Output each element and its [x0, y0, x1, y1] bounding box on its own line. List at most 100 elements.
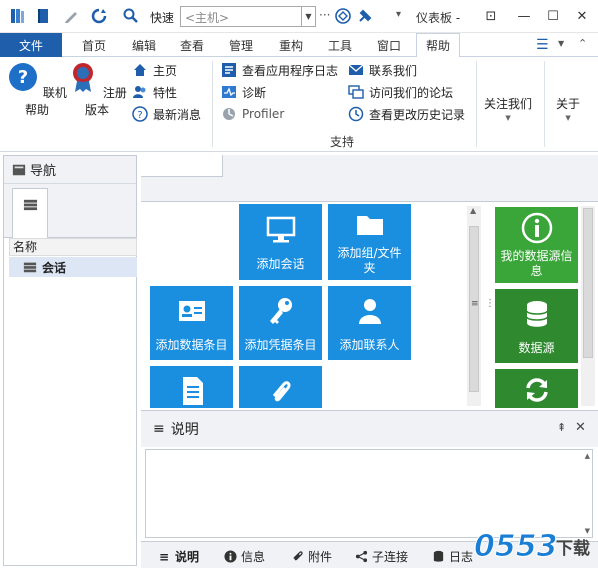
- online-help-button[interactable]: ? 联机帮助: [7, 61, 67, 121]
- list-icon: ≡: [153, 421, 165, 437]
- tab-tools[interactable]: 工具: [318, 33, 362, 57]
- latest-news-label: 最新消息: [153, 107, 202, 122]
- ribbon-award-icon: [73, 63, 94, 92]
- dashboard-scrollbar[interactable]: [581, 206, 595, 406]
- question-icon: ?: [9, 63, 38, 91]
- add-document-tile[interactable]: [150, 366, 233, 408]
- tab-description[interactable]: ≡ 说明: [157, 548, 199, 565]
- tab-view[interactable]: 查看: [170, 33, 214, 57]
- tab-description-label: 说明: [175, 550, 200, 564]
- ribbon-tab-bar: 文件 首页 编辑 查看 管理 重构 工具 窗口 帮助 ☰ ▼ ⌃: [0, 33, 598, 58]
- host-dropdown-button[interactable]: ▼: [302, 6, 316, 27]
- dashboard-tab-strip: [141, 155, 598, 202]
- add-contact-tile[interactable]: 添加联系人: [328, 286, 411, 360]
- quick-search-label: 快速: [150, 11, 175, 25]
- add-session-tile[interactable]: 添加会话: [239, 204, 322, 280]
- add-data-entry-label: 添加数据条目: [155, 337, 228, 352]
- ribbon-body: ? 联机帮助 注册版本 主页 特性 ? 最新消息 查看应用程序日志 诊断 Pro…: [0, 57, 598, 152]
- changelog-link[interactable]: 查看更改历史记录: [348, 104, 465, 124]
- app-icon: [8, 7, 26, 25]
- host-input[interactable]: <主机>: [180, 6, 302, 27]
- more-button[interactable]: ···: [319, 8, 330, 22]
- tab-help[interactable]: 帮助: [416, 33, 460, 58]
- tab-manage[interactable]: 管理: [219, 33, 263, 57]
- session-label: 会话: [42, 260, 67, 275]
- tab-refactor[interactable]: 重构: [269, 33, 313, 57]
- add-group-tile[interactable]: 添加组/文件夹: [328, 204, 411, 280]
- support-group-label: 支持: [330, 135, 355, 149]
- profiler-label: Profiler: [242, 107, 285, 121]
- maximize-button[interactable]: ☐: [540, 4, 566, 28]
- follow-us-button[interactable]: 关注我们 ▼: [484, 95, 532, 122]
- dashboard-tab[interactable]: [141, 155, 223, 177]
- svg-text:?: ?: [18, 67, 28, 88]
- diagnose-label: 诊断: [242, 85, 267, 100]
- connect-icon[interactable]: [334, 7, 352, 25]
- register-version-button[interactable]: 注册版本: [67, 61, 127, 121]
- id-card-icon: [178, 300, 205, 321]
- contact-us-link[interactable]: 联系我们: [348, 60, 417, 80]
- tab-information[interactable]: 信息: [223, 548, 265, 565]
- dashboard-scrollbar-thumb[interactable]: [583, 208, 593, 358]
- add-group-label: 添加组/文件夹: [337, 246, 402, 275]
- ribbon-style-dropdown-icon[interactable]: ▼: [558, 39, 564, 48]
- add-credential-tile[interactable]: 添加凭据条目: [239, 286, 322, 360]
- scroll-up-icon[interactable]: ▲: [470, 206, 476, 215]
- tab-attachments[interactable]: 附件: [290, 548, 332, 565]
- features-label: 特性: [153, 85, 178, 100]
- add-session-label: 添加会话: [256, 256, 305, 271]
- home-icon: [132, 62, 148, 78]
- book-icon[interactable]: [34, 7, 52, 25]
- navigation-icon: [12, 164, 26, 175]
- scroll-up-icon[interactable]: ▲: [585, 452, 590, 460]
- tab-sub-connections[interactable]: 子连接: [354, 548, 408, 565]
- search-icon[interactable]: [122, 7, 140, 25]
- collapse-ribbon-icon[interactable]: ⌃: [578, 37, 587, 50]
- tab-home[interactable]: 首页: [72, 33, 116, 57]
- navigation-tab-row: [4, 184, 136, 239]
- tab-edit[interactable]: 编辑: [122, 33, 166, 57]
- tab-logs[interactable]: 日志: [431, 548, 473, 565]
- edit-pencil-icon[interactable]: [62, 7, 80, 25]
- quick-access-menu-icon[interactable]: ▾: [396, 9, 401, 20]
- about-label: 关于: [556, 97, 581, 111]
- ribbon-style-icon[interactable]: ☰: [536, 37, 549, 53]
- tab-file[interactable]: 文件: [0, 33, 62, 57]
- tiles-scrollbar-thumb[interactable]: [469, 226, 479, 392]
- tab-window[interactable]: 窗口: [367, 33, 411, 57]
- minimize-button[interactable]: —: [511, 4, 537, 28]
- my-datasource-info-tile[interactable]: 我的数据源信息: [495, 207, 578, 283]
- forum-link[interactable]: 访问我们的论坛: [348, 82, 453, 102]
- pin-icon[interactable]: [356, 7, 374, 25]
- person-icon: [358, 298, 381, 324]
- add-attachment-tile[interactable]: [239, 366, 322, 408]
- sessions-tab[interactable]: [12, 188, 48, 239]
- watermark-logo: 0553 下载: [474, 529, 591, 565]
- tree-item-session[interactable]: 会话: [9, 257, 137, 277]
- svg-text:0553: 0553: [474, 529, 558, 564]
- forum-label: 访问我们的论坛: [369, 85, 454, 100]
- restore-layout-icon[interactable]: ⊡: [478, 4, 504, 28]
- description-title: 说明: [170, 422, 199, 438]
- folder-icon: [356, 216, 383, 235]
- tiles-scrollbar[interactable]: ▲ ≡: [467, 206, 481, 406]
- datasource-tile[interactable]: 数据源: [495, 289, 578, 363]
- home-link[interactable]: 主页: [132, 60, 177, 80]
- view-log-link[interactable]: 查看应用程序日志: [221, 60, 338, 80]
- pin-panel-icon[interactable]: ⇞: [557, 421, 566, 434]
- close-button[interactable]: ✕: [569, 4, 595, 28]
- refresh-icon[interactable]: [90, 7, 108, 25]
- sync-tile[interactable]: [495, 369, 578, 408]
- latest-news-link[interactable]: ? 最新消息: [132, 104, 201, 124]
- name-column-header[interactable]: 名称: [9, 238, 137, 256]
- profiler-link[interactable]: Profiler: [221, 104, 284, 124]
- add-data-entry-tile[interactable]: 添加数据条目: [150, 286, 233, 360]
- splitter-grip-icon[interactable]: ⋮: [485, 298, 495, 309]
- about-button[interactable]: 关于 ▼: [556, 95, 580, 122]
- features-link[interactable]: 特性: [132, 82, 177, 102]
- lines-icon: ≡: [158, 549, 170, 564]
- close-panel-icon[interactable]: ✕: [575, 420, 586, 435]
- diagnose-link[interactable]: 诊断: [221, 82, 266, 102]
- navigation-header: 导航: [4, 156, 136, 184]
- ribbon-separator: [212, 61, 213, 147]
